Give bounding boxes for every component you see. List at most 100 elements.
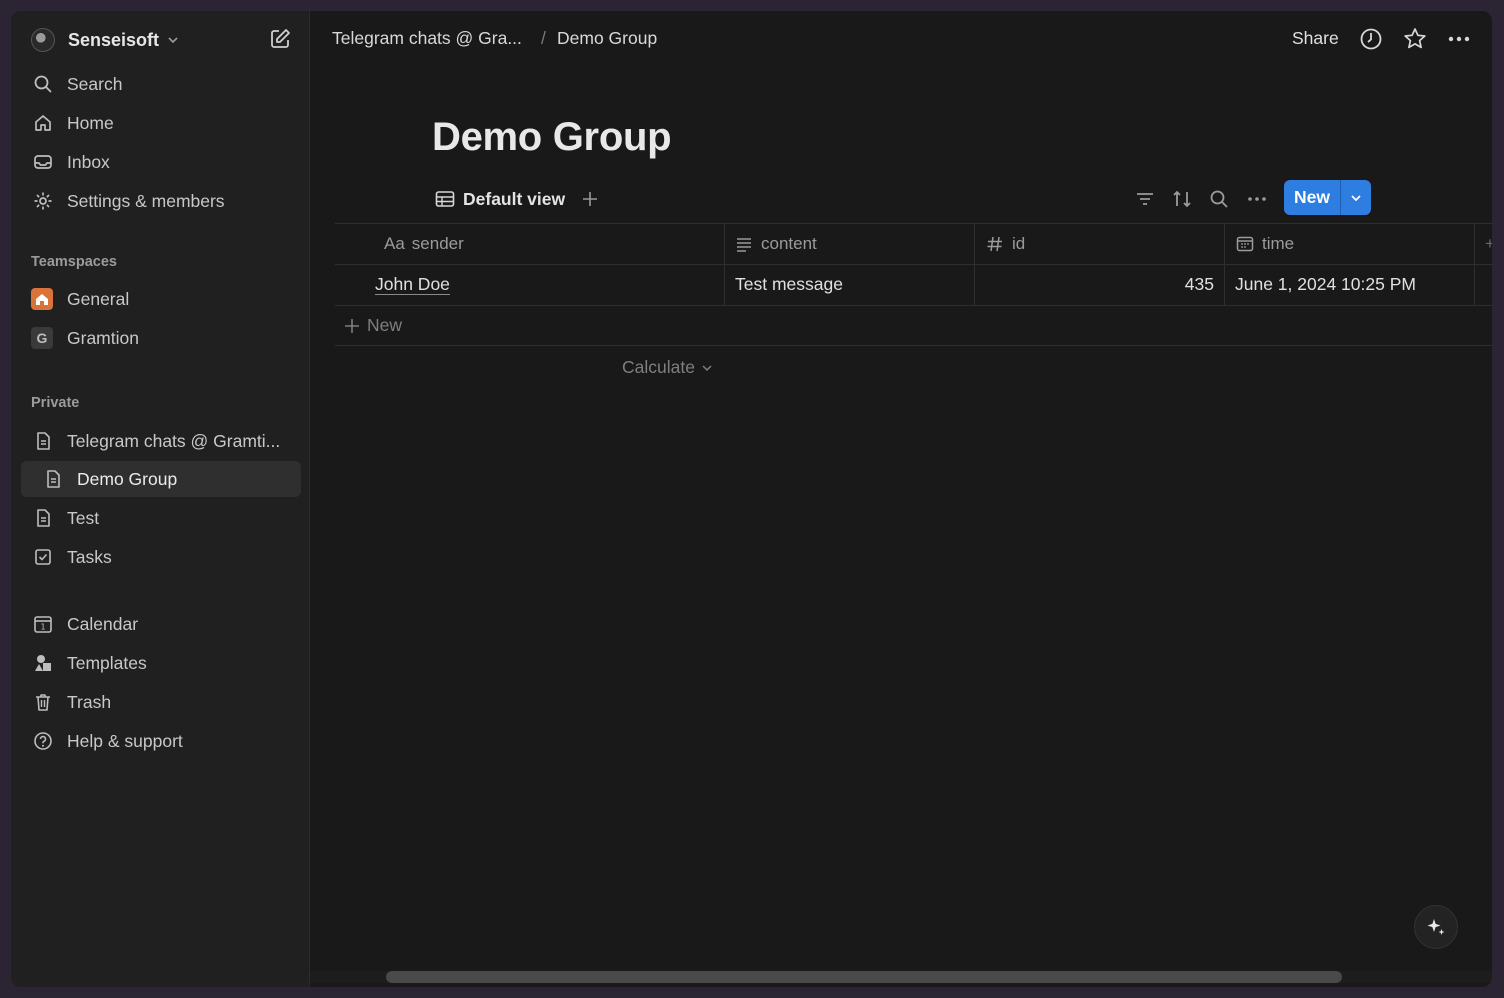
sidebar-item-general[interactable]: General	[21, 281, 301, 317]
sidebar-item-label: Inbox	[67, 151, 110, 172]
table-divider	[335, 345, 1492, 346]
sidebar-item-label: General	[67, 288, 130, 309]
sidebar-item-tasks[interactable]: Tasks	[21, 539, 301, 575]
workspace-name: Senseisoft	[68, 29, 160, 50]
sidebar-item-search[interactable]: Search	[21, 66, 301, 102]
svg-text:1: 1	[40, 623, 45, 632]
ai-assistant-button[interactable]	[1414, 905, 1458, 949]
add-property-icon[interactable]: +	[1485, 223, 1492, 264]
horizontal-scrollbar[interactable]	[310, 971, 1492, 983]
tab-default-view[interactable]: Default view	[463, 189, 565, 210]
sidebar-item-inbox[interactable]: Inbox	[21, 144, 301, 180]
new-record-button[interactable]: New	[1284, 180, 1371, 215]
cell-id[interactable]: 435	[986, 264, 1214, 305]
more-options-icon[interactable]	[1245, 187, 1269, 211]
column-header-label: id	[1012, 233, 1026, 253]
sidebar-item-calendar[interactable]: 1 Calendar	[21, 606, 301, 642]
private-label: Private	[31, 395, 80, 411]
column-header-sender[interactable]: Aa sender	[384, 223, 464, 264]
breadcrumb-parent[interactable]: Telegram chats @ Gra...	[332, 28, 522, 49]
scrollbar-thumb[interactable]	[386, 971, 1342, 983]
new-button-label[interactable]: New	[1284, 180, 1341, 215]
templates-icon	[33, 653, 53, 673]
sidebar-item-templates[interactable]: Templates	[21, 645, 301, 681]
calendar-icon: 1	[33, 614, 53, 634]
teamspaces-label: Teamspaces	[31, 254, 117, 270]
sidebar-item-label: Help & support	[67, 730, 183, 751]
sidebar-item-label: Templates	[67, 652, 147, 673]
page-icon	[43, 469, 63, 489]
calculate-button[interactable]: Calculate	[622, 357, 713, 378]
filter-icon[interactable]	[1133, 187, 1157, 211]
number-icon	[986, 235, 1004, 253]
sidebar-item-label: Tasks	[67, 546, 112, 567]
page-title[interactable]: Demo Group	[432, 115, 672, 160]
column-divider	[1224, 223, 1225, 305]
search-icon[interactable]	[1207, 187, 1231, 211]
sidebar-item-label: Telegram chats @ Gramti...	[67, 430, 281, 451]
date-icon	[1236, 235, 1254, 253]
column-divider	[974, 223, 975, 305]
page-icon	[33, 508, 53, 528]
sidebar-item-demo-group[interactable]: Demo Group	[21, 461, 301, 497]
add-view-icon[interactable]	[581, 190, 599, 208]
column-header-time[interactable]: time	[1236, 223, 1294, 264]
trash-icon	[33, 692, 53, 712]
view-tabs: Default view	[435, 185, 599, 213]
add-row-label: New	[367, 315, 403, 335]
checkbox-icon	[33, 547, 53, 567]
chevron-down-icon	[702, 364, 712, 371]
sidebar-item-gramtion[interactable]: G Gramtion	[21, 320, 301, 356]
new-page-icon[interactable]	[268, 27, 292, 51]
sort-icon[interactable]	[1170, 187, 1194, 211]
page-icon	[33, 431, 53, 451]
sidebar-item-label: Calendar	[67, 613, 139, 634]
column-divider	[724, 223, 725, 305]
breadcrumb-current[interactable]: Demo Group	[557, 28, 657, 49]
share-button[interactable]: Share	[1292, 28, 1339, 49]
topbar: Telegram chats @ Gra... / Demo Group Sha…	[310, 11, 1492, 67]
home-badge-icon	[31, 288, 53, 310]
column-header-label: sender	[411, 233, 464, 253]
table-icon	[435, 191, 455, 207]
calculate-label: Calculate	[622, 357, 695, 377]
cell-time[interactable]: June 1, 2024 10:25 PM	[1235, 264, 1416, 305]
title-icon: Aa	[384, 233, 405, 253]
new-dropdown-button[interactable]	[1341, 180, 1371, 215]
sidebar-item-test[interactable]: Test	[21, 500, 301, 536]
column-header-content[interactable]: content	[735, 223, 817, 264]
home-icon	[33, 113, 53, 133]
star-icon[interactable]	[1402, 26, 1428, 52]
text-icon	[735, 235, 753, 253]
sidebar-item-label: Test	[67, 507, 100, 528]
sidebar-item-settings[interactable]: Settings & members	[21, 183, 301, 219]
sidebar-item-home[interactable]: Home	[21, 105, 301, 141]
breadcrumb-separator: /	[541, 28, 546, 48]
sidebar-item-help[interactable]: Help & support	[21, 723, 301, 759]
workspace-switcher[interactable]: Senseisoft	[31, 25, 179, 55]
add-row-button[interactable]: New	[343, 315, 402, 336]
main-content: Telegram chats @ Gra... / Demo Group Sha…	[310, 11, 1492, 987]
more-options-icon[interactable]	[1446, 26, 1472, 52]
table-divider	[335, 305, 1492, 306]
cell-content[interactable]: Test message	[735, 264, 843, 305]
column-header-id[interactable]: id	[986, 223, 1025, 264]
sidebar-item-label: Search	[67, 73, 123, 94]
help-icon	[33, 731, 53, 751]
search-icon	[33, 74, 53, 94]
sidebar-item-label: Settings & members	[67, 190, 225, 211]
gear-icon	[33, 191, 53, 211]
letter-badge-icon: G	[31, 327, 53, 349]
chevron-down-icon	[1351, 194, 1361, 201]
cell-sender[interactable]: John Doe	[375, 264, 450, 305]
sidebar: Senseisoft Search Home Inbox Settings & …	[11, 11, 310, 987]
sidebar-item-label: Gramtion	[67, 327, 139, 348]
sidebar-item-label: Home	[67, 112, 114, 133]
column-divider	[1474, 223, 1475, 305]
sidebar-item-trash[interactable]: Trash	[21, 684, 301, 720]
sidebar-item-label: Demo Group	[77, 468, 178, 489]
column-header-label: time	[1262, 233, 1295, 253]
column-header-label: content	[761, 233, 817, 253]
sidebar-item-telegram-chats[interactable]: Telegram chats @ Gramti...	[21, 423, 301, 459]
clock-icon[interactable]	[1358, 26, 1384, 52]
